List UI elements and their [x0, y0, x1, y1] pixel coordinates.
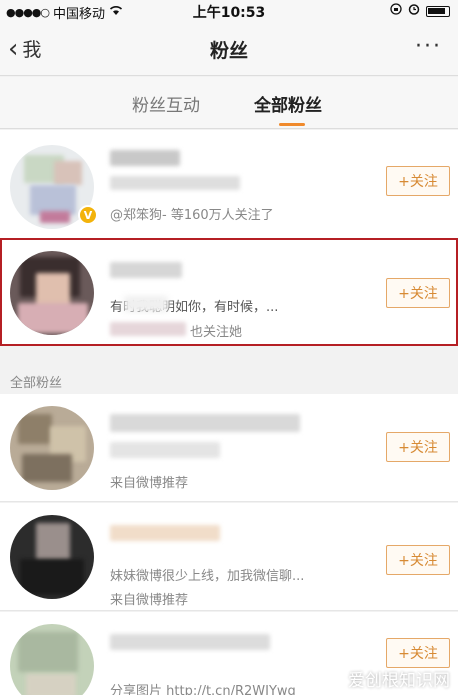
page-title: 粉丝	[209, 40, 248, 62]
redacted-text	[110, 442, 220, 458]
tab-fan-interaction[interactable]: 粉丝互动	[132, 91, 200, 116]
follow-button[interactable]: +关注	[386, 432, 450, 462]
also-follows-label: 也关注她	[190, 325, 243, 340]
status-bar: ●●●●○ 中国移动 上午10:53	[0, 0, 458, 22]
follow-button[interactable]: +关注	[386, 166, 450, 196]
tab-all-fans[interactable]: 全部粉丝	[254, 91, 322, 116]
battery-icon	[426, 5, 450, 17]
section-header: 全部粉丝	[10, 376, 63, 391]
avatar[interactable]	[10, 406, 94, 490]
avatar[interactable]	[10, 515, 94, 599]
more-options-icon[interactable]: ···	[415, 34, 442, 59]
follow-button[interactable]: +关注	[386, 638, 450, 668]
alarm-icon	[408, 3, 420, 19]
fan-subtitle: 分享图片 http://t.cn/R2WJYwg	[110, 684, 296, 695]
redacted-text	[124, 296, 168, 312]
fans-tabs: 粉丝互动 全部粉丝	[0, 77, 458, 129]
fan-subtitle: @郑笨狗- 等160万人关注了	[110, 208, 274, 223]
fan-row[interactable]: 妹妹微博很少上线，加我微信聊... 来自微博推荐 +关注	[0, 503, 458, 611]
avatar[interactable]	[10, 624, 94, 695]
fan-row[interactable]: 来自微博推荐 +关注	[0, 394, 458, 502]
fan-row[interactable]: V @郑笨狗- 等160万人关注了 +关注	[0, 130, 458, 240]
redacted-name	[110, 262, 182, 278]
active-tab-indicator	[279, 123, 305, 126]
follow-button[interactable]: +关注	[386, 278, 450, 308]
redacted-text	[110, 322, 186, 336]
fan-row[interactable]: 有时我聪明如你，有时候，... 也关注她 +关注	[0, 240, 458, 346]
verified-badge-icon: V	[78, 205, 98, 225]
nav-bar: ‹ 我 粉丝 ···	[0, 22, 458, 76]
redacted-name	[110, 414, 300, 432]
fan-subtitle: 来自微博推荐	[110, 593, 189, 608]
redacted-name	[110, 525, 220, 541]
redacted-name	[110, 634, 270, 650]
fan-subtitle: 来自微博推荐	[110, 476, 189, 491]
avatar[interactable]	[10, 251, 94, 335]
follow-button[interactable]: +关注	[386, 545, 450, 575]
fan-message: 妹妹微博很少上线，加我微信聊...	[110, 569, 305, 584]
watermark: 爱创根知识网	[348, 671, 450, 691]
redacted-text	[110, 176, 240, 190]
redacted-name	[110, 150, 180, 166]
lock-rotation-icon	[390, 3, 402, 19]
